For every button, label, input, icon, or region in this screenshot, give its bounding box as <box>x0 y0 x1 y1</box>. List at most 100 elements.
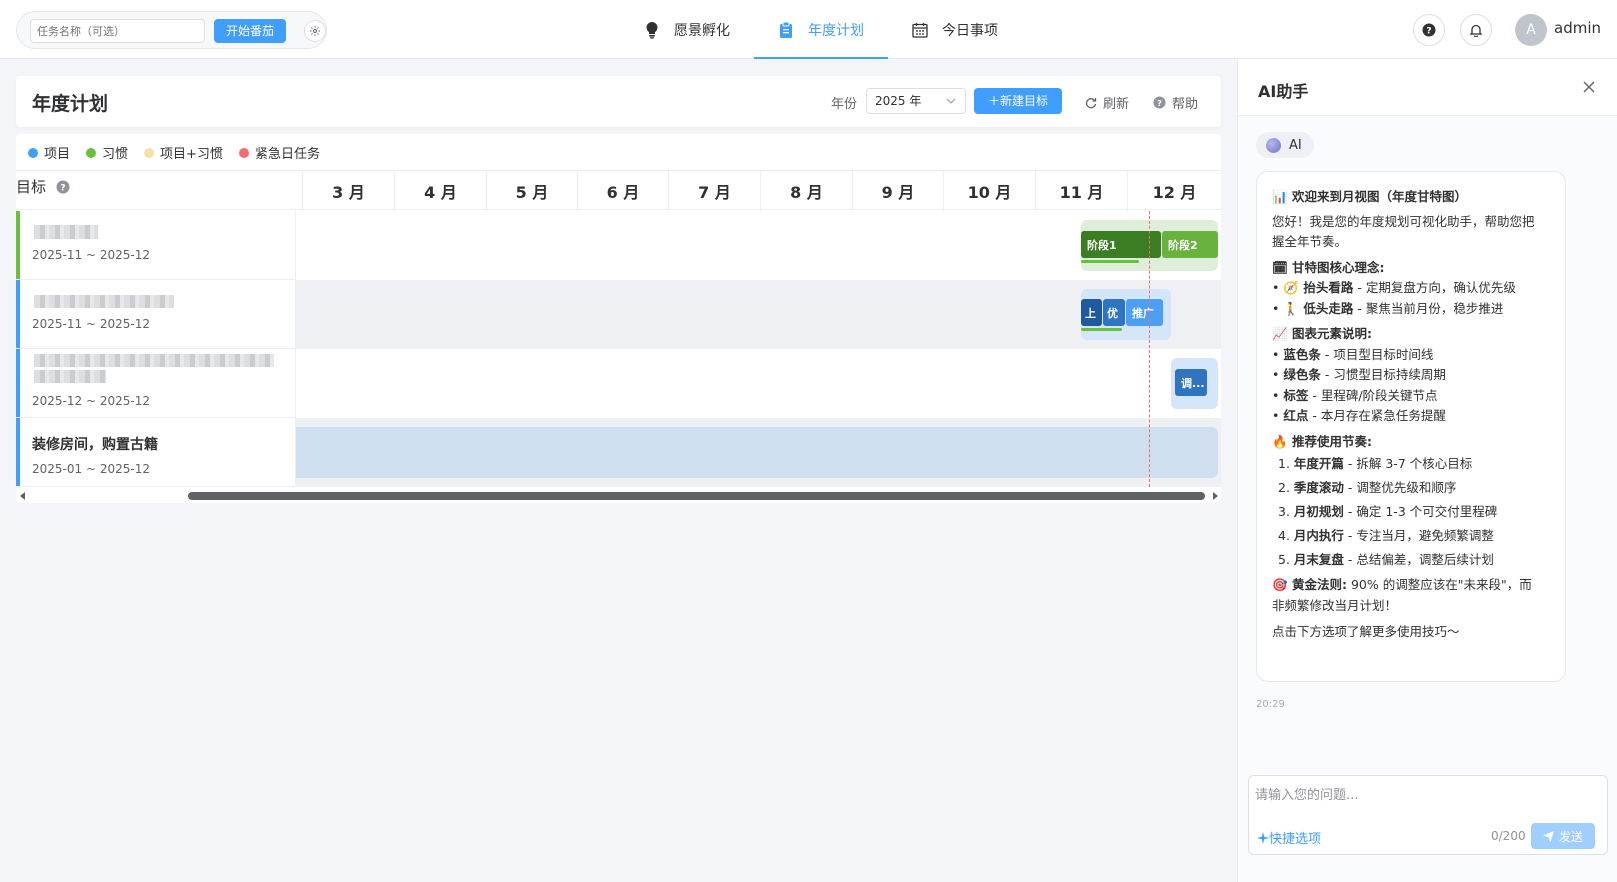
goal-type-bar <box>16 280 20 348</box>
message-timestamp: 20:29 <box>1256 699 1285 710</box>
help-circle-icon[interactable]: ? <box>1413 14 1445 46</box>
element-item: • 标签 - 里程碑/阶段关键节点 <box>1272 387 1438 403</box>
message-heading: 🗓 甘特图核心理念: <box>1272 258 1550 279</box>
goal-date-range: 2025-12 ~ 2025-12 <box>32 394 150 408</box>
item-bold: 绿色条 <box>1283 367 1321 382</box>
month-header: 3 月 <box>302 171 394 211</box>
question-input[interactable]: 请输入您的问题... 快捷选项 0/200 发送 <box>1248 775 1608 855</box>
rhythm-title: 推荐使用节奏: <box>1292 433 1372 449</box>
username[interactable]: admin <box>1554 19 1601 37</box>
legend-item-habit: 习惯 <box>86 143 128 162</box>
goal-type-bar <box>16 211 20 279</box>
month-header: 7 月 <box>668 171 760 211</box>
gantt-row: 2025-11 ~ 2025-12 阶段1 阶段2 <box>16 211 1221 280</box>
tab-today[interactable]: 今日事项 <box>888 0 1022 59</box>
milestone-tag[interactable]: 优 <box>1103 299 1125 326</box>
milestone-tag[interactable]: 调... <box>1175 369 1207 396</box>
annual-plan-header: 年度计划 年份 2025 年 ＋新建目标 刷新 ? 帮助 <box>16 76 1221 127</box>
item-text: - 专注当月，避免频繁调整 <box>1343 528 1494 543</box>
goal-label[interactable]: 2025-11 ~ 2025-12 <box>16 211 296 280</box>
rhythm-item: 5. 月末复盘 - 总结偏差，调整后续计划 <box>1278 552 1494 567</box>
golden-text: 90% 的调整应该在"未来段"，而 <box>1350 577 1532 592</box>
avatar[interactable]: A <box>1515 14 1547 46</box>
elements-title: 图表元素说明: <box>1292 326 1372 341</box>
input-placeholder: 请输入您的问题... <box>1255 788 1359 803</box>
sparkle-icon <box>1257 831 1269 844</box>
bell-icon[interactable] <box>1460 14 1492 46</box>
calendar-icon <box>912 22 928 38</box>
golden-rule: 🎯 黄金法则: 90% 的调整应该在"未来段"，而 <box>1272 575 1550 596</box>
start-pomodoro-button[interactable]: 开始番茄 <box>214 19 286 43</box>
quick-options-button[interactable]: 快捷选项 <box>1257 828 1321 847</box>
goal-label[interactable]: 装修房间，购置古籍 2025-01 ~ 2025-12 <box>16 418 296 487</box>
golden-title: 黄金法则: <box>1292 577 1347 592</box>
legend-item-project: 项目 <box>28 143 70 162</box>
question-icon[interactable]: ? <box>56 180 70 194</box>
goal-type-bar <box>16 418 20 486</box>
progress-bar <box>1081 260 1139 263</box>
goal-type-bar <box>16 349 20 417</box>
svg-text:?: ? <box>1426 27 1431 37</box>
item-bold: 年度开篇 <box>1293 456 1344 471</box>
current-date-line <box>1149 211 1150 487</box>
milestone-tag[interactable]: 推广 <box>1126 299 1163 326</box>
scroll-left-icon[interactable] <box>20 492 26 500</box>
item-bold: 低头走路 <box>1303 300 1354 316</box>
goal-column-label: 目标 <box>16 178 47 196</box>
item-text: - 项目型目标时间线 <box>1320 346 1434 362</box>
year-select[interactable]: 2025 年 <box>866 88 966 114</box>
year-select-value: 2025 年 <box>875 94 922 108</box>
pomodoro-widget: 开始番茄 <box>16 11 327 49</box>
milestone-tag[interactable]: 上 <box>1081 299 1102 326</box>
message-footer: 点击下方选项了解更多使用技巧～ <box>1272 624 1460 639</box>
legend-label: 习惯 <box>102 147 129 162</box>
gantt-row: 装修房间，购置古籍 2025-01 ~ 2025-12 <box>16 418 1221 487</box>
ai-message-bubble: 📊 欢迎来到月视图（年度甘特图） 您好！我是您的年度规划可视化助手，帮助您把 握全… <box>1256 171 1566 682</box>
legend: 项目 习惯 项目+习惯 紧急日任务 <box>28 143 336 162</box>
redacted-title <box>34 354 274 367</box>
help-label: 帮助 <box>1172 97 1199 112</box>
month-header: 12 月 <box>1127 171 1221 211</box>
redacted-title <box>34 295 174 308</box>
send-button[interactable]: 发送 <box>1531 823 1595 849</box>
gear-icon[interactable] <box>304 20 326 42</box>
refresh-button[interactable]: 刷新 <box>1085 93 1129 112</box>
goal-date-range: 2025-01 ~ 2025-12 <box>32 462 150 476</box>
rhythm-item: 2. 季度滚动 - 调整优先级和顺序 <box>1278 480 1457 495</box>
close-icon[interactable] <box>1582 80 1596 94</box>
tab-annual-plan[interactable]: 年度计划 <box>754 0 888 59</box>
scrollbar-thumb[interactable] <box>188 492 1205 500</box>
item-bold: 红点 <box>1283 408 1309 423</box>
trend-chart-icon: 📈 <box>1272 326 1288 341</box>
new-goal-button[interactable]: ＋新建目标 <box>974 88 1062 114</box>
intro-line: 握全年节奏。 <box>1272 234 1348 249</box>
goal-title: 装修房间，购置古籍 <box>32 437 158 453</box>
tab-vision[interactable]: 愿景孵化 <box>620 0 754 59</box>
new-goal-label: 新建目标 <box>1000 94 1049 108</box>
goal-label[interactable]: 2025-12 ~ 2025-12 <box>16 349 296 418</box>
question-icon: ? <box>1153 96 1166 109</box>
goal-date-range: 2025-11 ~ 2025-12 <box>32 317 150 331</box>
walking-icon: 🚶 <box>1283 300 1299 316</box>
ai-panel-title: AI助手 <box>1258 82 1309 101</box>
tab-annual-plan-label: 年度计划 <box>808 22 864 39</box>
scroll-right-icon[interactable] <box>1212 492 1218 500</box>
legend-item-urgent: 紧急日任务 <box>238 143 320 162</box>
milestone-tag[interactable]: 阶段2 <box>1162 231 1218 258</box>
legend-label: 紧急日任务 <box>254 147 320 162</box>
goal-timeline-bar[interactable] <box>296 427 1218 478</box>
concept-item: • 🧭 抬头看路 - 定期复盘方向，确认优先级 <box>1272 278 1550 299</box>
help-button[interactable]: ? 帮助 <box>1153 93 1198 112</box>
bar-chart-icon: 📊 <box>1272 189 1288 204</box>
send-label: 发送 <box>1558 829 1583 844</box>
gantt-row: 2025-11 ~ 2025-12 上 优 推广 <box>16 280 1221 349</box>
goal-label[interactable]: 2025-11 ~ 2025-12 <box>16 280 296 349</box>
task-name-input[interactable] <box>30 19 205 43</box>
main-tabs: 愿景孵化 年度计划 今日事项 <box>620 0 1022 59</box>
item-bold: 月末复盘 <box>1293 552 1344 567</box>
refresh-icon <box>1085 97 1097 108</box>
redacted-title <box>34 225 98 239</box>
redacted-title <box>34 370 106 383</box>
page-title: 年度计划 <box>32 93 109 115</box>
element-item: • 蓝色条 - 项目型目标时间线 <box>1272 346 1434 362</box>
